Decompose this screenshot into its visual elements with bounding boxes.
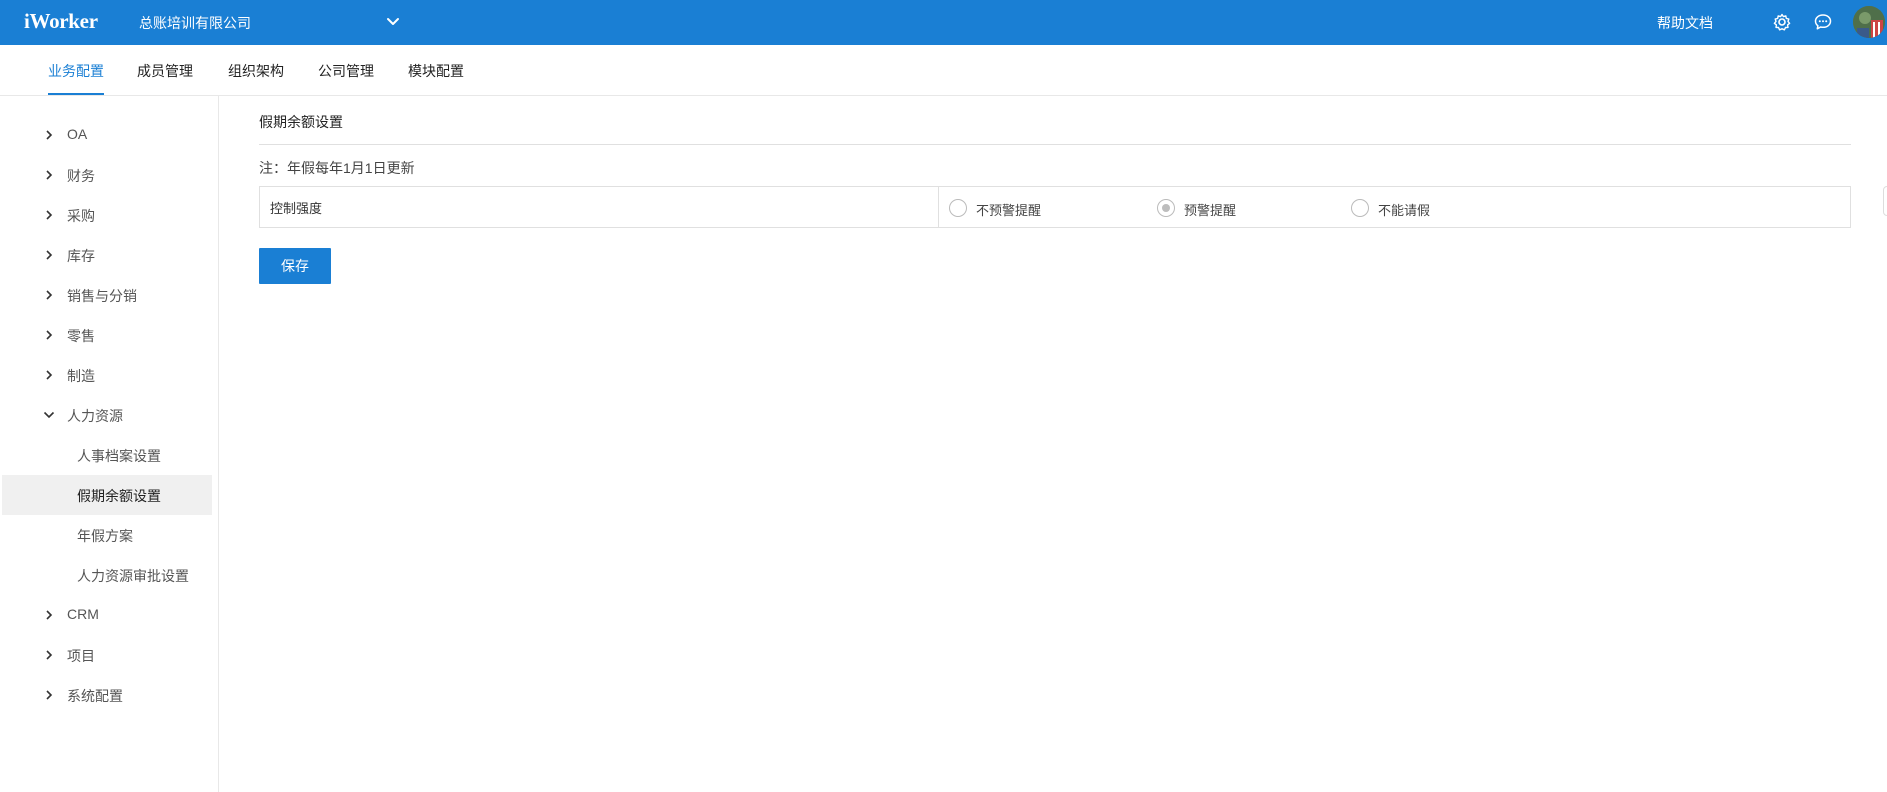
app-logo[interactable]: iWorker <box>24 9 98 34</box>
sidebar-item-label: 人力资源 <box>67 408 123 424</box>
sidebar-item-manufacturing[interactable]: 制造 <box>0 355 212 395</box>
sidebar-item-crm[interactable]: CRM <box>0 595 212 635</box>
tab-company-management[interactable]: 公司管理 <box>318 61 374 93</box>
sidebar-item-label: 库存 <box>67 248 95 264</box>
sidebar-item-label: 采购 <box>67 208 95 224</box>
sidebar-item-label: CRM <box>67 606 99 622</box>
sidebar-item-purchase[interactable]: 采购 <box>0 195 212 235</box>
sidebar-item-retail[interactable]: 零售 <box>0 315 212 355</box>
sidebar-item-finance[interactable]: 财务 <box>0 155 212 195</box>
sidebar: OA 财务 采购 库存 销售与分销 零售 制造 人力资源 人事档案设置 假期余额… <box>0 96 219 792</box>
main-tab-bar: 业务配置 成员管理 组织架构 公司管理 模块配置 <box>0 45 1887 96</box>
chevron-right-icon <box>46 650 53 660</box>
sidebar-subitem-personnel-files[interactable]: 人事档案设置 <box>0 435 212 475</box>
tab-module-config[interactable]: 模块配置 <box>408 61 464 93</box>
tab-member-management[interactable]: 成员管理 <box>137 61 193 93</box>
radio-label: 预警提醒 <box>1184 203 1237 218</box>
title-divider <box>259 144 1851 145</box>
radio-circle[interactable] <box>1157 199 1175 217</box>
chevron-right-icon <box>46 130 53 140</box>
chevron-down-icon <box>43 411 55 419</box>
sidebar-item-label: OA <box>67 126 88 142</box>
control-strength-setting: 控制强度 不预警提醒 预警提醒 不能请假 <box>259 186 1851 228</box>
sidebar-item-label: 系统配置 <box>67 688 123 704</box>
sidebar-item-label: 年假方案 <box>77 528 133 544</box>
sidebar-item-label: 财务 <box>67 168 95 184</box>
setting-label-cell: 控制强度 <box>260 187 939 227</box>
chevron-right-icon <box>46 170 53 180</box>
chevron-right-icon <box>46 330 53 340</box>
sidebar-subitem-hr-approval[interactable]: 人力资源审批设置 <box>0 555 212 595</box>
sidebar-item-project[interactable]: 项目 <box>0 635 212 675</box>
save-button[interactable]: 保存 <box>259 248 331 284</box>
chevron-right-icon <box>46 610 53 620</box>
chevron-right-icon <box>46 210 53 220</box>
sidebar-item-oa[interactable]: OA <box>0 115 212 155</box>
sidebar-item-label: 人事档案设置 <box>77 448 161 464</box>
sidebar-item-label: 假期余额设置 <box>77 488 161 504</box>
sidebar-item-sales[interactable]: 销售与分销 <box>0 275 212 315</box>
radio-label: 不预警提醒 <box>976 203 1042 218</box>
user-avatar[interactable] <box>1853 6 1885 38</box>
sidebar-item-inventory[interactable]: 库存 <box>0 235 212 275</box>
chat-icon[interactable] <box>1813 12 1833 32</box>
radio-circle[interactable] <box>1351 199 1369 217</box>
sidebar-item-label: 人力资源审批设置 <box>77 568 189 584</box>
tab-org-structure[interactable]: 组织架构 <box>228 61 284 93</box>
sidebar-item-label: 销售与分销 <box>67 288 137 304</box>
annual-leave-note: 注：年假每年1月1日更新 <box>259 160 415 176</box>
radio-circle[interactable] <box>949 199 967 217</box>
sidebar-item-label: 项目 <box>67 648 95 664</box>
top-bar: iWorker 总账培训有限公司 帮助文档 <box>0 0 1887 45</box>
chevron-right-icon <box>46 290 53 300</box>
sidebar-item-system-config[interactable]: 系统配置 <box>0 675 212 715</box>
chevron-right-icon <box>46 690 53 700</box>
sidebar-item-label: 制造 <box>67 368 95 384</box>
sidebar-subitem-annual-leave-plan[interactable]: 年假方案 <box>0 515 212 555</box>
help-docs-link[interactable]: 帮助文档 <box>1657 13 1713 33</box>
sidebar-item-hr[interactable]: 人力资源 <box>0 395 212 435</box>
chevron-right-icon <box>46 250 53 260</box>
company-name[interactable]: 总账培训有限公司 <box>139 13 251 33</box>
setting-label: 控制强度 <box>270 201 323 216</box>
gear-icon[interactable] <box>1772 12 1792 32</box>
sidebar-item-label: 零售 <box>67 328 95 344</box>
chevron-right-icon <box>46 370 53 380</box>
radio-label: 不能请假 <box>1378 203 1431 218</box>
chevron-down-icon[interactable] <box>384 13 402 31</box>
page-title: 假期余额设置 <box>259 114 343 130</box>
scrollbar-handle[interactable] <box>1883 186 1887 216</box>
tab-business-config[interactable]: 业务配置 <box>48 61 104 95</box>
sidebar-subitem-leave-balance[interactable]: 假期余额设置 <box>2 475 212 515</box>
